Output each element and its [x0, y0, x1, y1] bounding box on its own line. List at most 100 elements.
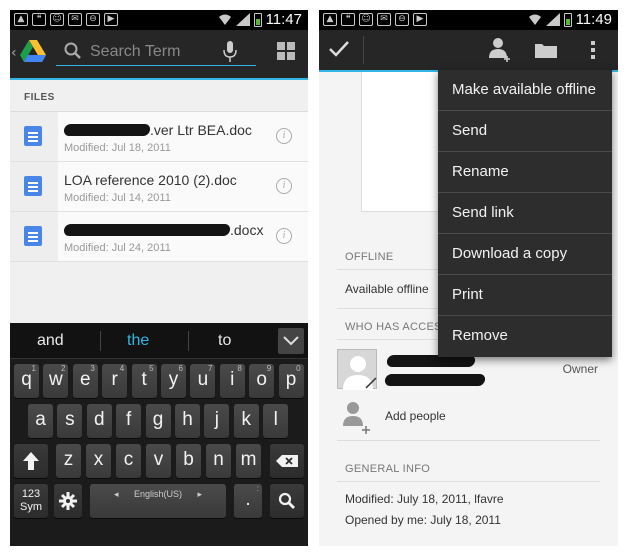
key-t[interactable]: 5t: [131, 364, 157, 398]
menu-item-send-link[interactable]: Send link: [438, 193, 612, 234]
gallery-notification-icon: ▲: [14, 13, 28, 26]
key-j[interactable]: j: [204, 404, 230, 438]
backspace-icon: [276, 455, 298, 467]
chevron-down-icon: [283, 336, 299, 346]
status-time: 11:49: [575, 11, 612, 28]
suggestion-middle[interactable]: the: [127, 332, 149, 350]
key-a[interactable]: a: [28, 404, 53, 438]
suggestion-right[interactable]: to: [218, 332, 231, 350]
key-c[interactable]: c: [116, 444, 141, 478]
file-name: LOA reference 2010 (2).doc: [64, 172, 237, 188]
grid-view-icon[interactable]: [277, 42, 295, 60]
key-u[interactable]: 7u: [190, 364, 216, 398]
menu-item-send[interactable]: Send: [438, 111, 612, 152]
shop-notification-icon: ▶: [413, 13, 427, 26]
document-icon: [24, 176, 42, 196]
owner-role: Owner: [562, 362, 598, 376]
chat-notification-icon: ☺: [50, 13, 64, 26]
check-icon[interactable]: [329, 40, 349, 58]
backspace-key[interactable]: [270, 444, 304, 478]
add-people-button[interactable]: Add people: [385, 409, 446, 423]
menu-item-rename[interactable]: Rename: [438, 152, 612, 193]
microphone-icon[interactable]: [222, 40, 238, 64]
file-list: .ver Ltr BEA.doc Modified: Jul 18, 2011 …: [10, 112, 308, 262]
add-person-icon[interactable]: [343, 400, 373, 434]
overflow-menu-icon[interactable]: [591, 41, 595, 62]
space-key[interactable]: ◂ English(US) ▸: [90, 484, 226, 518]
keyboard-collapse-button[interactable]: [278, 328, 304, 354]
file-row[interactable]: .ver Ltr BEA.doc Modified: Jul 18, 2011 …: [10, 112, 308, 162]
key-r[interactable]: 4r: [102, 364, 128, 398]
key-i[interactable]: 8i: [219, 364, 245, 398]
symbols-key[interactable]: 123 Sym: [14, 484, 48, 518]
key-f[interactable]: f: [116, 404, 142, 438]
info-icon[interactable]: i: [276, 228, 292, 244]
shift-key[interactable]: [14, 444, 48, 478]
search-key[interactable]: [270, 484, 304, 518]
search-box[interactable]: [56, 38, 256, 66]
period-key[interactable]: :.: [234, 484, 262, 518]
key-x[interactable]: x: [86, 444, 111, 478]
drive-logo-icon[interactable]: [20, 40, 46, 64]
menu-item-print[interactable]: Print: [438, 275, 612, 316]
shift-arrow-icon: [23, 452, 39, 470]
file-row[interactable]: LOA reference 2010 (2).doc Modified: Jul…: [10, 162, 308, 212]
keyboard-row-4: 123 Sym ◂ English(US) ▸ :.: [10, 481, 308, 521]
suggestion-left[interactable]: and: [37, 332, 64, 350]
key-w[interactable]: 2w: [43, 364, 69, 398]
key-e[interactable]: 3e: [72, 364, 98, 398]
settings-key[interactable]: [54, 484, 82, 518]
file-name: .ver Ltr BEA.doc: [63, 122, 252, 138]
overflow-menu: Make available offline Send Rename Send …: [438, 70, 612, 357]
battery-icon: [253, 12, 262, 27]
opened-info: Opened by me: July 18, 2011: [345, 513, 501, 527]
email-notification-icon: ✉: [377, 13, 391, 26]
key-k[interactable]: k: [233, 404, 259, 438]
keyboard-row-2: asdfghjkl: [10, 401, 308, 441]
left-screen: ▲ ❝ ☺ ✉ ⊖ ▶ 11:47 ‹ Search Term FILES .v…: [10, 10, 308, 546]
arrow-right-icon: ▸: [197, 489, 202, 499]
key-v[interactable]: v: [146, 444, 171, 478]
wifi-icon: [218, 14, 231, 25]
chat-notification-icon: ☺: [359, 13, 373, 26]
chevron-left-icon[interactable]: ‹: [11, 45, 17, 61]
menu-item-download-a-copy[interactable]: Download a copy: [438, 234, 612, 275]
key-n[interactable]: n: [206, 444, 231, 478]
file-modified: Modified: Jul 14, 2011: [64, 192, 171, 204]
key-l[interactable]: l: [263, 404, 289, 438]
menu-item-make-available-offline[interactable]: Make available offline: [438, 70, 612, 111]
suggestion-bar: and the to: [10, 323, 308, 359]
info-icon[interactable]: i: [276, 178, 292, 194]
key-s[interactable]: s: [57, 404, 83, 438]
person-icon: [343, 356, 377, 390]
offline-status: Available offline: [345, 282, 429, 296]
key-y[interactable]: 6y: [161, 364, 186, 398]
blocked-notification-icon: ⊖: [395, 13, 409, 26]
key-d[interactable]: d: [86, 404, 112, 438]
info-icon[interactable]: i: [276, 128, 292, 144]
right-screen: ▲ ❝ ☺ ✉ ⊖ ▶ 11:49 OFFLINE Available offl…: [319, 10, 618, 546]
key-m[interactable]: m: [236, 444, 261, 478]
search-icon: [64, 42, 81, 59]
keyboard: and the to 1q2w3e4r5t6y7u8i9o0p asdfghjk…: [10, 323, 308, 546]
key-h[interactable]: h: [175, 404, 200, 438]
key-b[interactable]: b: [176, 444, 201, 478]
app-bar: ‹: [10, 30, 308, 80]
key-g[interactable]: g: [145, 404, 171, 438]
action-bar: [319, 30, 618, 72]
folder-icon[interactable]: [535, 42, 557, 58]
file-modified: Modified: Jul 18, 2011: [64, 142, 171, 154]
key-z[interactable]: z: [56, 444, 81, 478]
redaction-mark: [63, 224, 231, 236]
wifi-icon: [528, 14, 541, 25]
search-input[interactable]: [90, 43, 220, 61]
key-q[interactable]: 1q: [14, 364, 39, 398]
add-person-icon[interactable]: [489, 37, 513, 63]
file-row[interactable]: .docx Modified: Jul 24, 2011 i: [10, 212, 308, 262]
modified-info: Modified: July 18, 2011, lfavre: [345, 492, 504, 506]
signal-icon: [235, 13, 250, 26]
avatar: [337, 349, 377, 390]
menu-item-remove[interactable]: Remove: [438, 316, 612, 357]
key-p[interactable]: 0p: [278, 364, 304, 398]
key-o[interactable]: 9o: [249, 364, 275, 398]
